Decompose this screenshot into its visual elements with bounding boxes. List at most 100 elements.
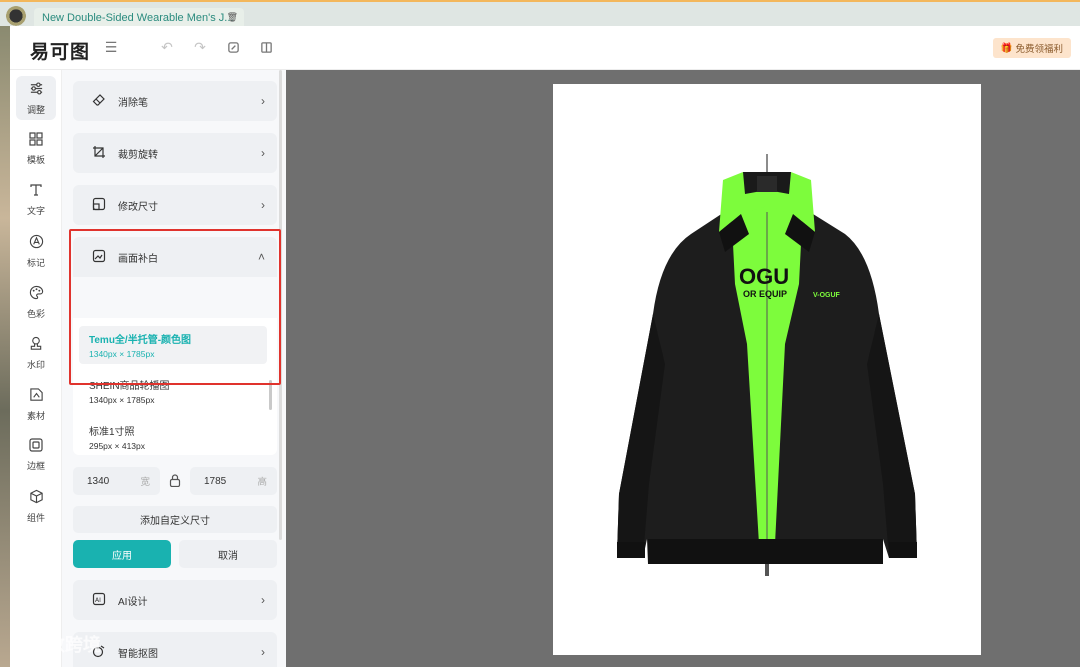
toolbar-icons: ☰ ↶ ↷ — [102, 38, 275, 56]
card-smart-cutout[interactable]: 智能抠图 › — [73, 632, 277, 667]
print-text-1: OGU — [739, 264, 789, 289]
weibo-icon: ∞ — [12, 633, 25, 654]
rail-label: 组件 — [26, 512, 45, 523]
background-strip — [0, 26, 10, 667]
border-icon — [29, 438, 43, 456]
aspect-lock-icon[interactable] — [168, 474, 182, 488]
text-icon — [29, 183, 43, 201]
chevron-right-icon: › — [261, 198, 265, 212]
preset-size: 1340px × 1785px — [89, 395, 155, 405]
rail-item-text[interactable]: 文字 — [16, 178, 56, 222]
adjust-panel: 消除笔 › 裁剪旋转 › 修改尺寸 › 画面补白 ˄ Temu全/半托管-颜色图… — [62, 70, 286, 667]
preset-id-photo[interactable]: 标准1寸照 295px × 413px — [79, 418, 267, 456]
card-fill-canvas[interactable]: 画面补白 ˄ — [73, 237, 277, 277]
rail-item-adjust[interactable]: 调整 — [16, 76, 56, 120]
preset-size: 1340px × 1785px — [89, 349, 155, 359]
rail-item-template[interactable]: 模板 — [16, 127, 56, 171]
mark-icon — [29, 234, 44, 253]
eraser-icon — [91, 93, 107, 110]
browser-tabbar: New Double-Sided Wearable Men's J... 🗑 — [0, 0, 1080, 28]
tool-rail: 调整 模板 文字 标记 色彩 水印 素材 边框 组件 — [10, 70, 62, 667]
card-resize[interactable]: 修改尺寸 › — [73, 185, 277, 225]
material-icon — [29, 387, 44, 406]
component-icon — [29, 489, 44, 508]
card-label: 裁剪旋转 — [118, 149, 158, 161]
watermark-text: 大数跨境 — [28, 635, 101, 655]
redo-icon[interactable]: ↷ — [191, 38, 209, 56]
card-eraser[interactable]: 消除笔 › — [73, 81, 277, 121]
chevron-right-icon: › — [261, 593, 265, 607]
rail-item-watermark[interactable]: 水印 — [16, 331, 56, 375]
panel-scrollbar[interactable] — [279, 70, 282, 540]
preset-name: 标准1寸照 — [89, 427, 135, 438]
browser-tab[interactable]: New Double-Sided Wearable Men's J... 🗑 — [34, 8, 244, 28]
preset-name: Temu全/半托管-颜色图 — [89, 335, 192, 346]
jacket-image: OGU OR EQUIP V-OGUF — [617, 154, 917, 576]
chevron-right-icon: › — [261, 146, 265, 160]
add-custom-size-button[interactable]: 添加自定义尺寸 — [73, 506, 277, 533]
rail-item-mark[interactable]: 标记 — [16, 229, 56, 273]
card-label: 画面补白 — [118, 253, 158, 265]
preset-scrollbar[interactable] — [269, 380, 272, 410]
rail-label: 模板 — [26, 155, 45, 165]
card-label: 智能抠图 — [118, 648, 158, 660]
reset-icon[interactable] — [224, 38, 242, 56]
height-unit: 高 — [257, 477, 267, 488]
palette-icon — [29, 285, 44, 304]
chest-logo: V-OGUF — [813, 292, 841, 299]
card-label: 消除笔 — [118, 97, 148, 109]
gift-icon: 🎁 — [1000, 42, 1013, 54]
card-label: 修改尺寸 — [118, 201, 158, 213]
crop-icon — [91, 145, 107, 162]
fill-canvas-icon — [91, 249, 107, 266]
cancel-button[interactable]: 取消 — [179, 540, 277, 568]
rail-label: 色彩 — [26, 308, 45, 319]
artboard[interactable]: OGU OR EQUIP V-OGUF — [553, 84, 981, 655]
preset-size: 295px × 413px — [89, 441, 146, 451]
free-benefits-label: 免费领福利 — [1015, 44, 1063, 55]
preset-name: SHEIN商品轮播图 — [89, 381, 170, 392]
rail-item-material[interactable]: 素材 — [16, 382, 56, 426]
svg-text:AI: AI — [95, 597, 101, 604]
compare-icon[interactable] — [257, 38, 275, 56]
top-toolbar: 易可图 ☰ ↶ ↷ 🎁 免费领福利 — [10, 26, 1080, 70]
apply-button[interactable]: 应用 — [73, 540, 171, 568]
chevron-up-icon: ˄ — [257, 250, 265, 264]
template-icon — [29, 132, 43, 150]
ai-icon: AI — [91, 592, 107, 609]
rail-label: 调整 — [26, 104, 45, 115]
preset-temu[interactable]: Temu全/半托管-颜色图 1340px × 1785px — [79, 326, 267, 364]
print-text-2: OR EQUIP — [743, 289, 787, 299]
rail-item-color[interactable]: 色彩 — [16, 280, 56, 324]
size-preset-list: Temu全/半托管-颜色图 1340px × 1785px SHEIN商品轮播图… — [73, 318, 277, 455]
width-input[interactable]: 1340 宽 — [73, 467, 160, 495]
card-crop-rotate[interactable]: 裁剪旋转 › — [73, 133, 277, 173]
rail-item-component[interactable]: 组件 — [16, 484, 56, 528]
rail-label: 标记 — [26, 257, 45, 268]
width-unit: 宽 — [140, 477, 150, 488]
undo-icon[interactable]: ↶ — [158, 38, 176, 56]
height-value: 1785 — [204, 475, 227, 487]
preset-shein[interactable]: SHEIN商品轮播图 1340px × 1785px — [79, 372, 267, 410]
card-label: AI设计 — [118, 596, 148, 608]
rail-label: 素材 — [26, 410, 45, 421]
tab-title: New Double-Sided Wearable Men's J... — [42, 12, 234, 24]
height-input[interactable]: 1785 高 — [190, 467, 277, 495]
rail-label: 边框 — [26, 461, 45, 471]
rail-label: 文字 — [26, 206, 45, 216]
tab-favicon — [5, 6, 27, 28]
free-benefits-button[interactable]: 🎁 免费领福利 — [992, 38, 1071, 58]
width-value: 1340 — [87, 475, 110, 487]
rail-item-border[interactable]: 边框 — [16, 433, 56, 477]
rail-label: 水印 — [26, 359, 45, 370]
chevron-right-icon: › — [261, 645, 265, 659]
adjust-icon — [29, 81, 44, 100]
app-logo[interactable]: 易可图 — [30, 37, 90, 64]
watermark-icon — [29, 336, 43, 355]
tab-close-icon[interactable]: 🗑 — [227, 12, 238, 23]
chevron-right-icon: › — [261, 94, 265, 108]
resize-icon — [91, 197, 107, 214]
menu-icon[interactable]: ☰ — [102, 38, 120, 56]
card-ai-design[interactable]: AI AI设计 › — [73, 580, 277, 620]
watermark: ∞ 大数跨境 — [12, 631, 101, 657]
